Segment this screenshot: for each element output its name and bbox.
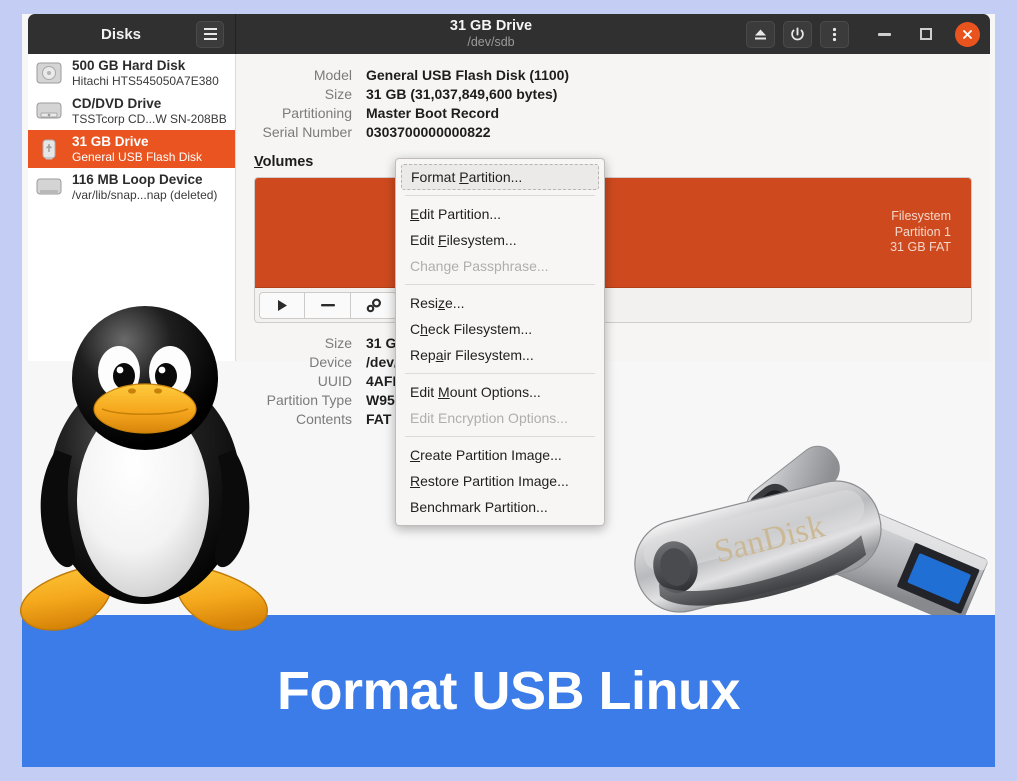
- device-model: General USB Flash Disk: [72, 149, 203, 164]
- hard-disk-icon: [35, 60, 63, 86]
- device-name: 500 GB Hard Disk: [72, 57, 186, 73]
- linux-tux-penguin-image: [20, 306, 268, 631]
- app-title: Disks: [100, 25, 142, 43]
- maximize-icon[interactable]: [913, 21, 939, 47]
- volume-bar-line: Partition 1: [894, 224, 951, 239]
- device-name: 116 MB Loop Device: [72, 171, 203, 187]
- volume-bar-labels: Filesystem Partition 1 31 GB FAT: [890, 209, 951, 256]
- sandisk-usb-flash-drive-image: SanDisk: [634, 445, 988, 625]
- titlebar-right-section: [746, 20, 990, 48]
- power-icon[interactable]: [783, 20, 812, 48]
- menu-item-edit-mount-options[interactable]: Edit Mount Options...: [396, 379, 604, 405]
- info-label: Partitioning: [281, 105, 352, 121]
- partition-details-grid: Size 31 GB Device /dev/ UUID 4AFB- Parti…: [236, 335, 974, 427]
- info-label: Size: [324, 86, 352, 102]
- menu-item-change-passphrase: Change Passphrase...: [410, 258, 549, 274]
- device-model: Hitachi HTS545050A7E380: [72, 73, 219, 88]
- menu-item-edit-filesystem[interactable]: Edit Filesystem...: [396, 227, 604, 253]
- kebab-menu-icon[interactable]: [820, 20, 849, 48]
- info-value-partitioning: Master Boot Record: [366, 105, 500, 121]
- menu-separator: [405, 284, 595, 285]
- loop-device-icon: [35, 174, 63, 200]
- titlebar-left-section: Disks: [28, 14, 236, 54]
- device-model: /var/lib/snap...nap (deleted): [72, 187, 218, 202]
- device-model: TSSTcorp CD...W SN-208BB: [72, 111, 227, 126]
- menu-item-benchmark-partition[interactable]: Benchmark Partition...: [396, 494, 604, 520]
- info-label: Model: [313, 67, 352, 83]
- close-icon[interactable]: [955, 21, 980, 47]
- menu-item-resize[interactable]: Resize...: [396, 290, 604, 316]
- menu-item-create-partition-image[interactable]: Create Partition Image...: [396, 442, 604, 468]
- info-value-serial: 0303700000000822: [366, 124, 491, 140]
- volume-bar-line: Filesystem: [891, 209, 951, 224]
- banner-title: Format USB Linux: [276, 661, 741, 721]
- volumes-heading: Volumes: [254, 154, 314, 170]
- volume-bar-line: 31 GB FAT: [890, 240, 951, 255]
- titlebar-device-heading: 31 GB Drive /dev/sdb: [236, 18, 746, 49]
- menu-item-edit-partition[interactable]: Edit Partition...: [396, 201, 604, 227]
- info-value-model: General USB Flash Disk (1100): [366, 67, 570, 83]
- device-name: 31 GB Drive: [72, 133, 149, 149]
- usb-drive-icon: [35, 136, 63, 162]
- device-title: 31 GB Drive: [449, 18, 533, 35]
- info-label: Serial Number: [262, 124, 352, 140]
- menu-separator: [405, 436, 595, 437]
- drive-info-grid: Model General USB Flash Disk (1100) Size…: [236, 67, 974, 140]
- eject-icon[interactable]: [746, 20, 775, 48]
- bottom-banner: Format USB Linux: [22, 615, 995, 767]
- hamburger-menu-icon[interactable]: [196, 20, 224, 48]
- menu-item-repair-filesystem[interactable]: Repair Filesystem...: [396, 342, 604, 368]
- info-value-size: 31 GB (31,037,849,600 bytes): [366, 86, 558, 102]
- sidebar-item-loop-device[interactable]: 116 MB Loop Device /var/lib/snap...nap (…: [28, 168, 235, 206]
- partition-context-menu: Format Partition... Edit Partition... Ed…: [395, 158, 605, 526]
- window-controls: [871, 21, 980, 47]
- minimize-icon[interactable]: [871, 21, 897, 47]
- menu-item-edit-encryption-options: Edit Encryption Options...: [410, 410, 568, 426]
- device-path: /dev/sdb: [467, 35, 515, 50]
- minus-delete-icon[interactable]: [305, 291, 351, 319]
- sidebar-item-cd-dvd-drive[interactable]: CD/DVD Drive TSSTcorp CD...W SN-208BB: [28, 92, 235, 130]
- menu-item-format-partition[interactable]: Format Partition...: [401, 164, 599, 190]
- optical-drive-icon: [35, 98, 63, 124]
- menu-item-check-filesystem[interactable]: Check Filesystem...: [396, 316, 604, 342]
- volumes-widget: Filesystem Partition 1 31 GB FAT: [254, 177, 972, 323]
- volumes-heading-rest: olumes: [262, 154, 314, 170]
- volume-toolbar: [255, 288, 971, 322]
- menu-separator: [405, 195, 595, 196]
- sidebar-item-hard-disk[interactable]: 500 GB Hard Disk Hitachi HTS545050A7E380: [28, 54, 235, 92]
- volume-partition-bar[interactable]: Filesystem Partition 1 31 GB FAT: [255, 178, 971, 288]
- sidebar-item-usb-drive[interactable]: 31 GB Drive General USB Flash Disk: [28, 130, 235, 168]
- menu-separator: [405, 373, 595, 374]
- device-name: CD/DVD Drive: [72, 95, 162, 111]
- gear-settings-icon[interactable]: [351, 291, 397, 319]
- drive-details-panel: Model General USB Flash Disk (1100) Size…: [236, 54, 990, 427]
- window-titlebar: Disks 31 GB Drive /dev/sdb: [28, 14, 990, 54]
- menu-item-restore-partition-image[interactable]: Restore Partition Image...: [396, 468, 604, 494]
